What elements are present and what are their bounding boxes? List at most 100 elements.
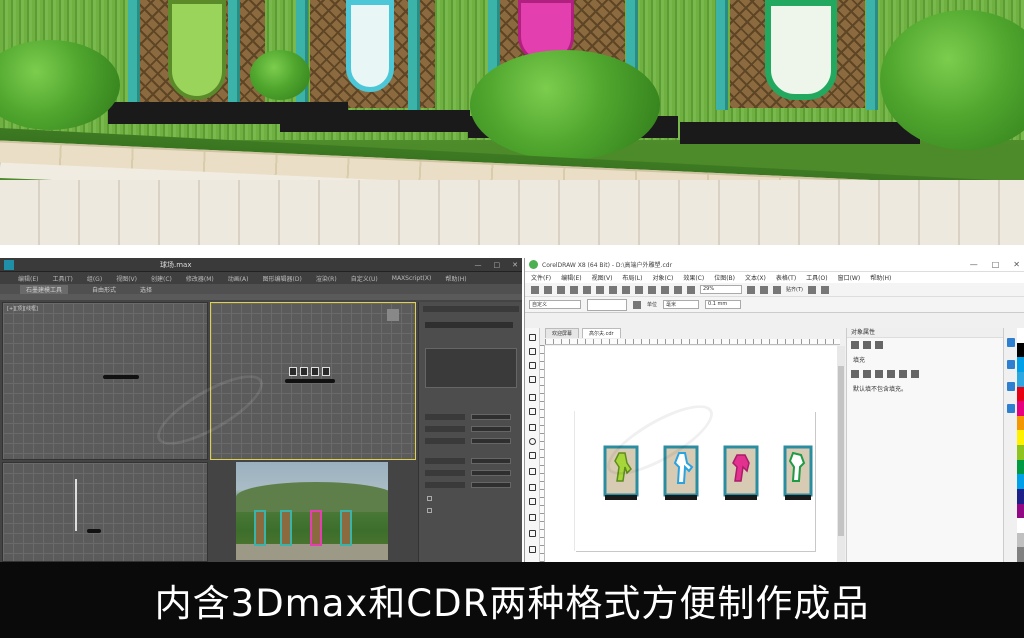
viewport-left[interactable] [2, 462, 208, 562]
cdr-menu-object[interactable]: 对象(C) [652, 273, 673, 282]
scrollbar-thumb[interactable] [838, 366, 844, 536]
max-menu-help[interactable]: 帮助(H) [445, 274, 466, 283]
ribbon-tab-freeform[interactable]: 自由形式 [92, 285, 116, 294]
palette-swatch[interactable] [1017, 371, 1024, 387]
palette-swatch[interactable] [1017, 401, 1024, 416]
search-icon[interactable] [648, 285, 656, 294]
viewport-perspective-render[interactable] [236, 462, 388, 560]
cdr-menu-help[interactable]: 帮助(H) [870, 273, 891, 282]
transparency-icon[interactable] [875, 341, 883, 349]
snap-to-dropdown[interactable]: 贴齐(T) [786, 286, 803, 293]
drawing-canvas[interactable] [545, 346, 837, 562]
palette-swatch[interactable] [1017, 386, 1024, 402]
show-rulers-icon[interactable] [760, 285, 768, 294]
param-checkbox[interactable] [427, 508, 432, 513]
palette-swatch[interactable] [1017, 518, 1024, 533]
parallel-dimension-tool-icon[interactable] [529, 484, 536, 491]
max-menu-create[interactable]: 创建(C) [151, 274, 172, 283]
param-checkbox[interactable] [427, 496, 432, 501]
shape-tool-icon[interactable] [529, 348, 536, 355]
crop-tool-icon[interactable] [529, 362, 536, 369]
max-menu-graph-editors[interactable]: 图形编辑器(D) [263, 274, 302, 283]
minimize-icon[interactable]: — [475, 261, 482, 269]
ribbon-tab-graphite[interactable]: 石墨建模工具 [20, 284, 69, 294]
docker-tab[interactable] [1007, 382, 1015, 391]
palette-swatch[interactable] [1017, 430, 1024, 445]
new-icon[interactable] [531, 285, 539, 294]
cdr-menu-layout[interactable]: 布局(L) [622, 273, 642, 282]
cdr-menu-bitmaps[interactable]: 位图(B) [714, 273, 735, 282]
max-menu-animation[interactable]: 动画(A) [228, 274, 249, 283]
docker-tab[interactable] [1007, 404, 1015, 413]
connector-tool-icon[interactable] [529, 498, 536, 505]
uniform-fill-icon[interactable] [863, 370, 871, 378]
vertical-scrollbar[interactable] [837, 346, 845, 562]
cdr-menu-window[interactable]: 窗口(W) [838, 273, 861, 282]
close-icon[interactable]: ✕ [512, 261, 518, 269]
palette-swatch[interactable] [1017, 459, 1024, 475]
save-icon[interactable] [557, 285, 565, 294]
max-menu-tools[interactable]: 工具(T) [52, 274, 72, 283]
palette-swatch[interactable] [1017, 503, 1024, 519]
fountain-fill-icon[interactable] [875, 370, 883, 378]
palette-swatch[interactable] [1017, 532, 1024, 548]
page-preset-select[interactable]: 自定义 [529, 300, 581, 309]
page-size-fields[interactable] [587, 298, 627, 311]
zoom-tool-icon[interactable] [529, 376, 536, 383]
param-field[interactable] [471, 470, 511, 476]
param-field[interactable] [471, 482, 511, 488]
cdr-menu-effects[interactable]: 效果(C) [683, 273, 704, 282]
paste-icon[interactable] [609, 285, 617, 294]
zoom-level-select[interactable]: 29% [700, 285, 742, 294]
pattern-fill-icon[interactable] [887, 370, 895, 378]
palette-swatch[interactable] [1017, 474, 1024, 489]
viewcube-icon[interactable] [387, 309, 399, 321]
no-fill-icon[interactable] [851, 370, 859, 378]
max-menu-edit[interactable]: 编辑(E) [18, 274, 38, 283]
eyedropper-tool-icon[interactable] [529, 514, 536, 521]
max-menu-group[interactable]: 组(G) [87, 274, 102, 283]
polygon-tool-icon[interactable] [529, 452, 536, 459]
max-menu-modifiers[interactable]: 修改器(M) [186, 274, 214, 283]
max-menu-maxscript[interactable]: MAXScript(X) [392, 275, 432, 282]
print-icon[interactable] [570, 285, 578, 294]
cmd-panel-tabs[interactable] [423, 306, 519, 312]
tab-welcome-screen[interactable]: 欢迎屏幕 [545, 328, 580, 338]
close-icon[interactable]: ✕ [1013, 260, 1020, 269]
cut-icon[interactable] [583, 285, 591, 294]
sign-4[interactable] [783, 445, 813, 500]
palette-swatch[interactable] [1017, 415, 1024, 431]
cdr-menu-file[interactable]: 文件(F) [531, 273, 551, 282]
param-field[interactable] [471, 458, 511, 464]
publish-pdf-icon[interactable] [687, 285, 695, 294]
tab-document[interactable]: 高尔夫.cdr [582, 328, 621, 338]
rectangle-tool-icon[interactable] [529, 424, 536, 431]
ribbon-tab-selection[interactable]: 选择 [140, 285, 152, 294]
fill-icon[interactable] [863, 341, 871, 349]
cdr-menu-table[interactable]: 表格(T) [776, 273, 796, 282]
sign-3[interactable] [723, 445, 759, 500]
palette-swatch[interactable] [1017, 357, 1024, 372]
cdr-menu-edit[interactable]: 编辑(E) [561, 273, 581, 282]
undo-icon[interactable] [622, 285, 630, 294]
cdr-menu-tools[interactable]: 工具(O) [806, 273, 827, 282]
palette-swatch[interactable] [1017, 445, 1024, 460]
horizontal-ruler[interactable] [545, 339, 840, 345]
object-name-field[interactable] [425, 322, 513, 328]
palette-swatch[interactable] [1017, 547, 1024, 562]
show-grid-icon[interactable] [773, 285, 781, 294]
palette-swatch[interactable] [1017, 488, 1024, 504]
redo-icon[interactable] [635, 285, 643, 294]
settings-gear-icon[interactable] [807, 285, 816, 294]
full-screen-icon[interactable] [747, 285, 755, 294]
maximize-icon[interactable]: □ [992, 260, 1000, 269]
param-field[interactable] [471, 414, 511, 420]
export-icon[interactable] [674, 285, 682, 294]
palette-swatch[interactable] [1017, 328, 1024, 343]
postscript-fill-icon[interactable] [911, 370, 919, 378]
docker-tab[interactable] [1007, 338, 1015, 347]
launch-icon[interactable] [820, 285, 829, 294]
artistic-media-tool-icon[interactable] [529, 408, 536, 415]
open-icon[interactable] [544, 285, 552, 294]
nudge-distance-field[interactable]: 0.1 mm [705, 300, 742, 309]
